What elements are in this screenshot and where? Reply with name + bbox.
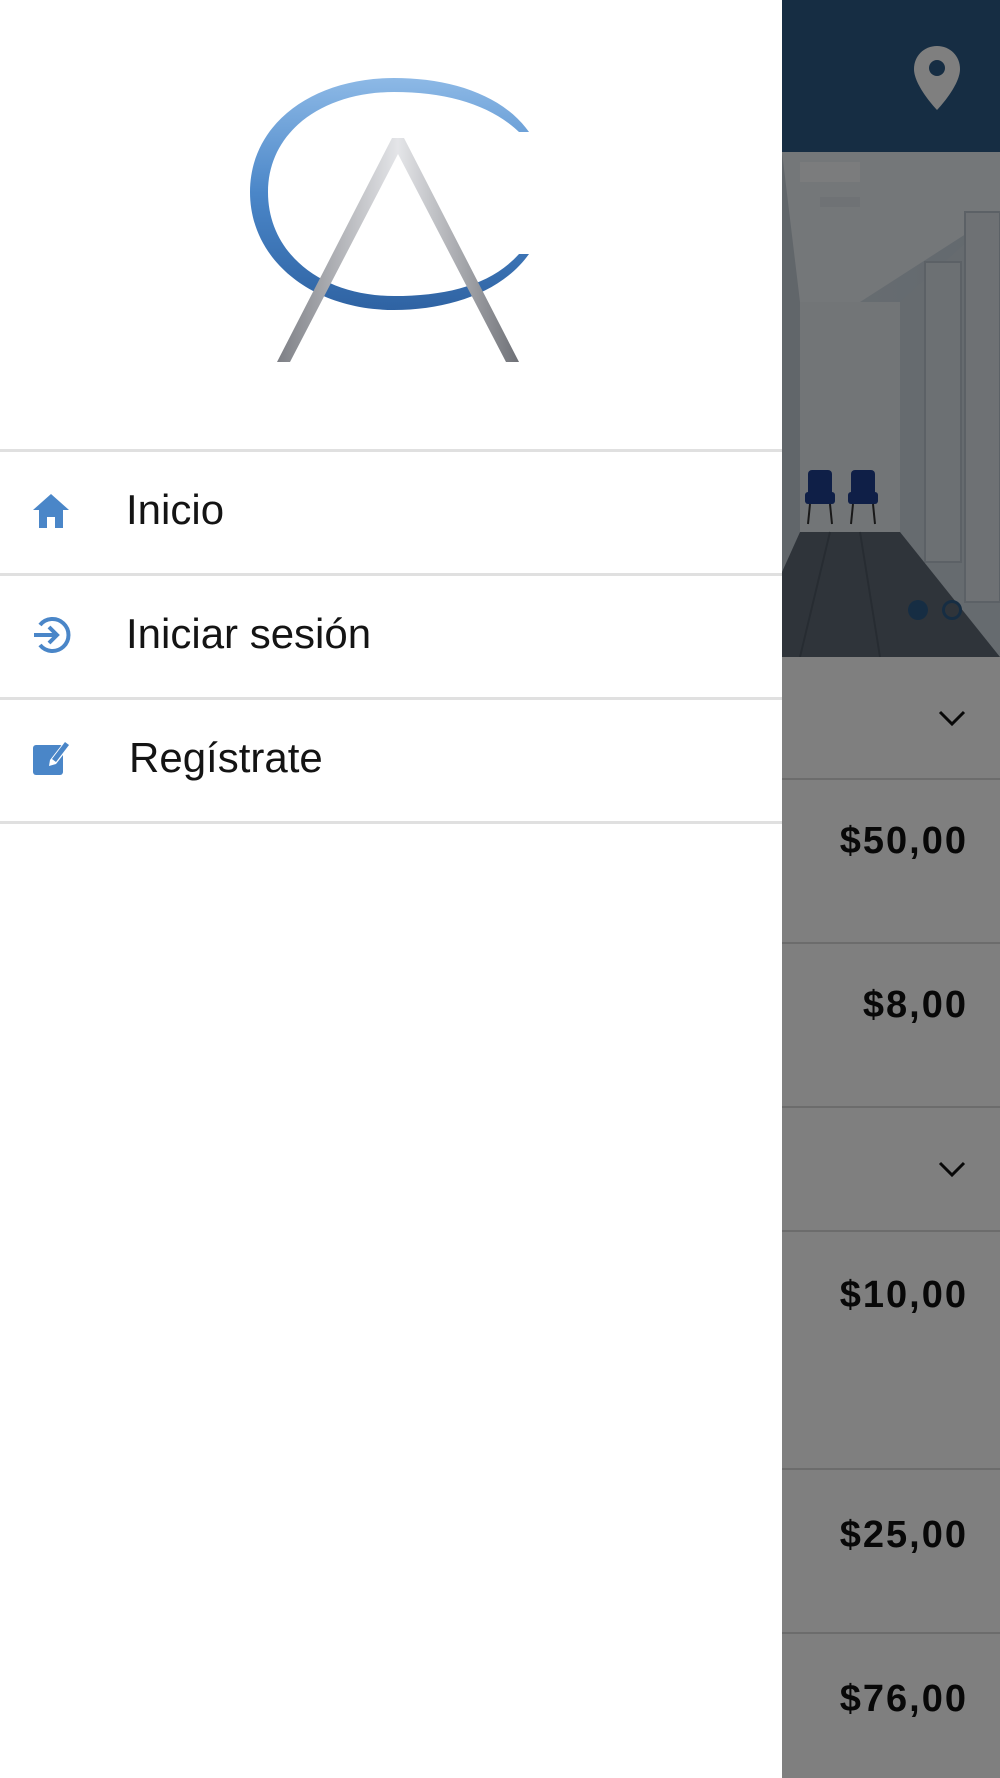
menu-item-label: Regístrate	[129, 734, 323, 781]
menu-item-inicio[interactable]: Inicio	[0, 449, 782, 573]
navigation-drawer: Inicio Iniciar sesión Regístrate	[0, 0, 782, 1778]
home-icon	[33, 494, 69, 528]
menu-item-label: Iniciar sesión	[126, 610, 372, 657]
menu-item-registrate[interactable]: Regístrate	[0, 697, 782, 821]
login-icon	[34, 617, 71, 653]
menu-item-iniciar-sesion[interactable]: Iniciar sesión	[0, 573, 782, 697]
edit-icon	[33, 742, 70, 775]
menu-divider	[0, 821, 782, 824]
company-logo	[250, 78, 529, 362]
menu-item-label: Inicio	[126, 486, 225, 533]
